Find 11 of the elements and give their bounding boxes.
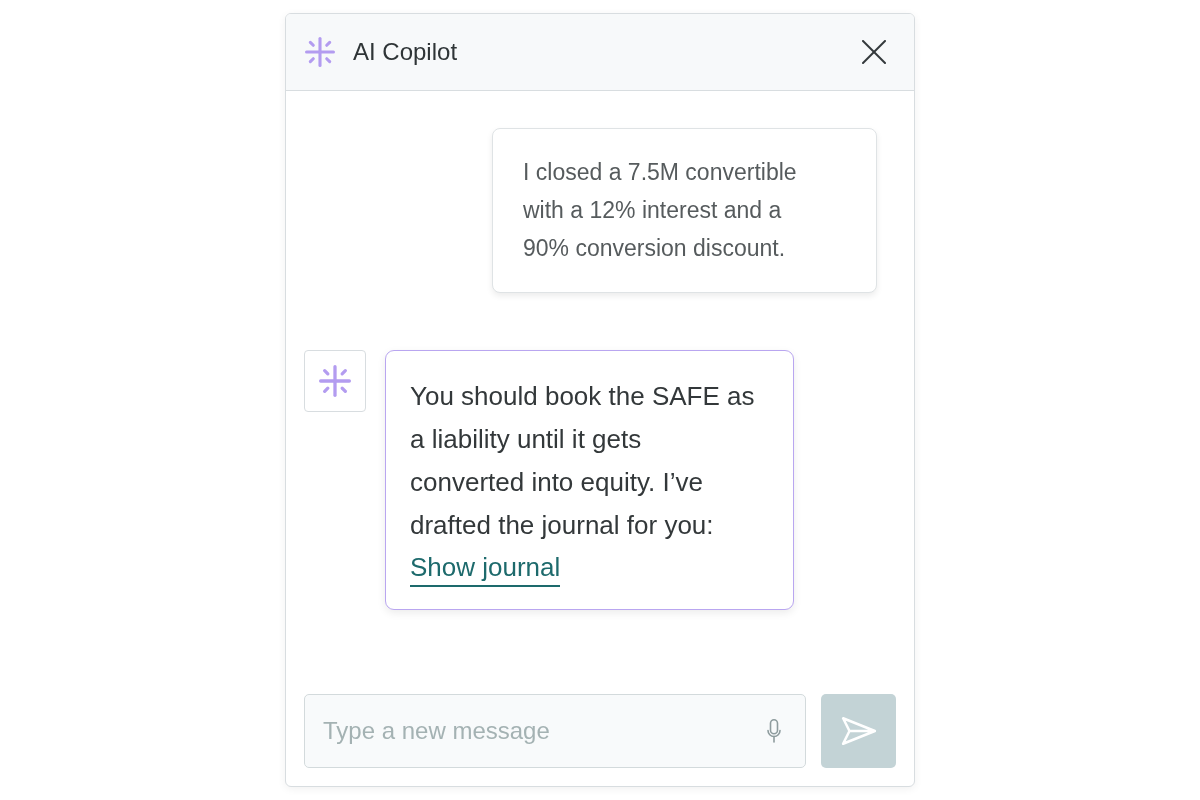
- send-icon: [840, 716, 877, 746]
- close-button[interactable]: [862, 40, 886, 64]
- microphone-icon: [767, 719, 781, 743]
- message-input-field[interactable]: Type a new message: [304, 694, 806, 768]
- message-text: You should book the SAFE as a liability until it gets converted into equity. I’ve drafted the journal for you:: [410, 380, 756, 542]
- close-icon: [862, 40, 886, 64]
- window-title: AI Copilot: [353, 38, 458, 66]
- sparkle-avatar-icon: [304, 350, 366, 412]
- journal-link[interactable]: Show journal: [410, 549, 561, 587]
- user-message-bubble: I closed a 7.5M convertible with a 12% interest and a 90% conversion discount.: [492, 128, 877, 293]
- sparkle-icon: [305, 37, 335, 67]
